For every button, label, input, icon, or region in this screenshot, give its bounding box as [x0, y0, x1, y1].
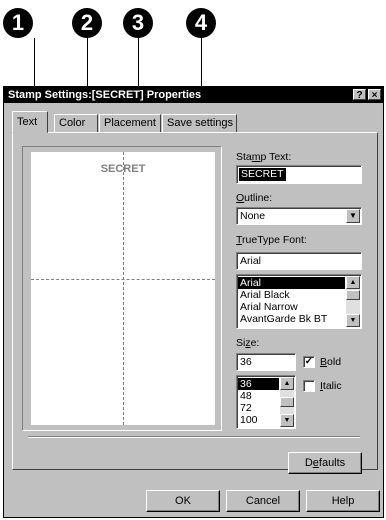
scroll-up-icon[interactable]: ▲: [346, 276, 360, 289]
font-option-arial-narrow[interactable]: Arial Narrow: [238, 301, 345, 313]
outline-value: None: [240, 210, 266, 222]
callout-3: 3: [123, 8, 153, 38]
ok-button[interactable]: OK: [146, 490, 220, 512]
truetype-font-input[interactable]: Arial: [236, 252, 362, 270]
preview-stamp-text: SECRET: [100, 163, 146, 175]
help-title-button[interactable]: ?: [353, 89, 366, 101]
preview-horizontal-guide: [31, 279, 215, 280]
size-scroll-up-icon[interactable]: ▲: [280, 377, 294, 390]
italic-checkbox[interactable]: [303, 380, 315, 392]
bold-label: Bold: [320, 356, 342, 368]
size-scroll-thumb[interactable]: [280, 397, 294, 407]
callout-2: 2: [72, 8, 102, 38]
separator: [28, 436, 360, 438]
preview-vertical-guide: [123, 152, 124, 425]
size-option-48[interactable]: 48: [238, 390, 279, 402]
close-button[interactable]: ×: [368, 89, 381, 101]
dialog-title: Stamp Settings:[SECRET] Properties: [8, 89, 202, 101]
size-value: 36: [240, 356, 252, 368]
size-option-100[interactable]: 100: [238, 414, 279, 426]
help-button[interactable]: Help: [306, 490, 380, 512]
outline-dropdown-arrow-icon[interactable]: ▼: [346, 209, 360, 223]
truetype-font-list[interactable]: Arial Arial Black Arial Narrow AvantGard…: [236, 274, 362, 329]
size-label: Size:: [236, 337, 260, 349]
tab-text[interactable]: Text: [12, 111, 48, 133]
size-list[interactable]: 36 48 72 100 ▲ ▼: [236, 375, 296, 429]
truetype-font-value: Arial: [240, 255, 262, 267]
stamp-text-input[interactable]: SECRET: [236, 165, 362, 184]
font-option-avantgarde[interactable]: AvantGarde Bk BT: [238, 313, 345, 325]
size-list-scrollbar[interactable]: ▲ ▼: [280, 377, 294, 427]
size-input[interactable]: 36: [236, 353, 296, 371]
outline-select[interactable]: None ▼: [236, 207, 362, 225]
stamp-text-label: Stamp Text:: [236, 151, 292, 163]
font-option-arial[interactable]: Arial: [238, 277, 345, 289]
size-option-72[interactable]: 72: [238, 402, 279, 414]
outline-label: Outline:: [236, 192, 273, 204]
size-scroll-down-icon[interactable]: ▼: [280, 414, 294, 427]
italic-label: Italic: [320, 380, 342, 392]
font-option-arial-black[interactable]: Arial Black: [238, 289, 345, 301]
font-list-scrollbar[interactable]: ▲ ▼: [346, 276, 360, 327]
tab-color[interactable]: Color: [54, 114, 98, 132]
size-option-36[interactable]: 36: [238, 378, 279, 390]
defaults-button[interactable]: Defaults: [288, 452, 362, 474]
truetype-font-label: TrueType Font:: [236, 234, 307, 246]
callout-1: 1: [3, 8, 33, 38]
cancel-button[interactable]: Cancel: [226, 490, 300, 512]
stamp-text-value: SECRET: [239, 168, 286, 181]
font-scroll-thumb[interactable]: [346, 290, 360, 300]
callout-4: 4: [186, 8, 216, 38]
scroll-down-icon[interactable]: ▼: [346, 314, 360, 327]
tab-save-settings[interactable]: Save settings: [162, 114, 237, 132]
stamp-preview: SECRET: [31, 152, 215, 425]
tab-placement[interactable]: Placement: [99, 114, 161, 132]
title-bar: Stamp Settings:[SECRET] Properties ? ×: [4, 87, 383, 103]
bold-checkbox[interactable]: ✓: [303, 356, 315, 368]
